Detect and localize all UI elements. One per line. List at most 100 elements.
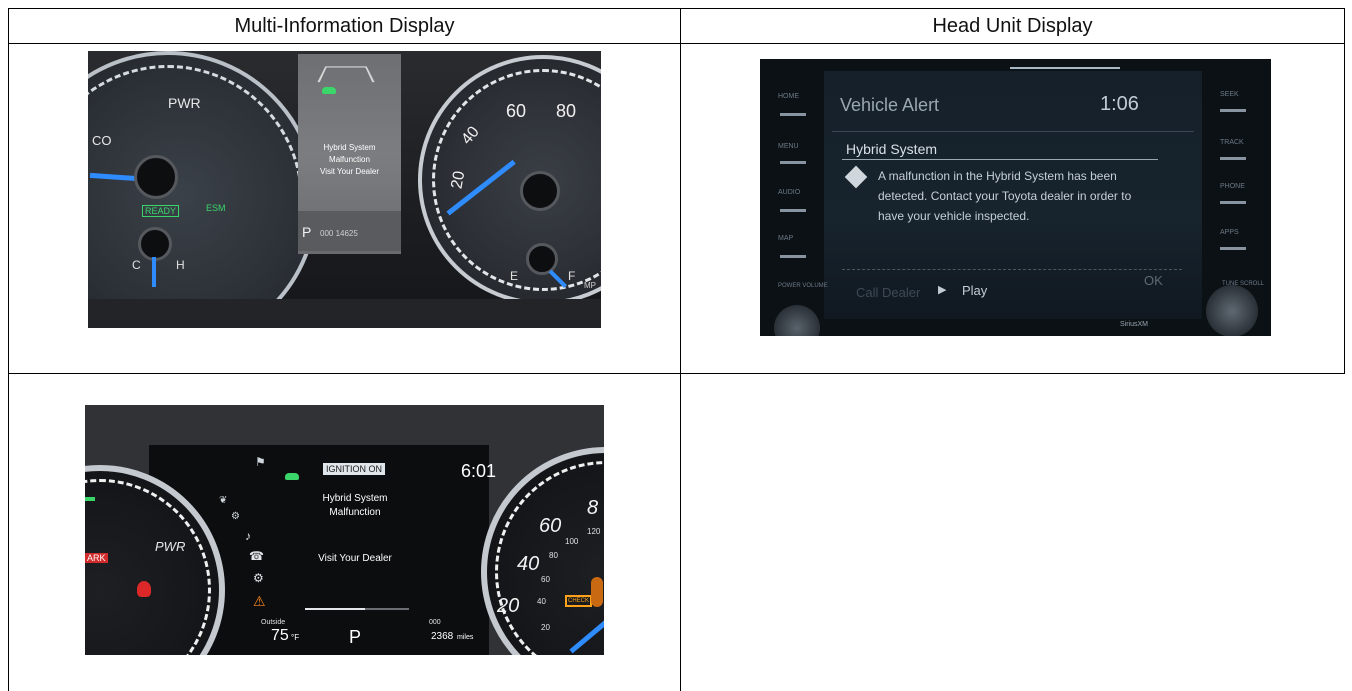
apps-button-bar [1220, 247, 1246, 250]
speed-hub [520, 171, 560, 211]
power-volume-button[interactable]: POWER VOLUME [778, 283, 828, 289]
alert-line-2: detected. Contact your Toyota dealer in … [878, 189, 1132, 203]
mid2-music-icon: ♪ [245, 529, 251, 543]
odometer: 000 14625 [320, 229, 358, 238]
pwr-label: PWR [168, 95, 201, 111]
mid2-phone-icon: ☎ [249, 549, 264, 563]
seek-button-bar [1220, 109, 1246, 112]
seek-button[interactable]: SEEK [1220, 91, 1239, 98]
mid2-message-line-2: Malfunction [329, 507, 381, 518]
home-button[interactable]: HOME [778, 93, 799, 100]
mid2-odometer-unit: miles [457, 634, 474, 641]
table-border-header [8, 43, 1345, 44]
screen-glare [1010, 67, 1120, 69]
play-icon: ▶ [938, 284, 947, 296]
mid2-small-tick-20: 20 [541, 623, 550, 632]
mid2-outside-label: Outside [261, 619, 286, 626]
mid2-small-tick-80: 80 [549, 551, 558, 560]
mid2-pwr-label: PWR [155, 539, 186, 554]
mid2-settings-icon: ⚙ [253, 571, 264, 585]
phone-button-bar [1220, 201, 1246, 204]
siriusxm-logo: SiriusXM [1120, 321, 1149, 328]
fuel-hub [526, 243, 558, 275]
track-button-bar [1220, 157, 1246, 160]
mid2-speed-tick-8: 8 [587, 497, 599, 519]
fuel-empty-label: E [510, 269, 519, 283]
mid2-eco-icon: ❦ [219, 495, 228, 506]
audio-button[interactable]: AUDIO [778, 189, 800, 196]
mid-photo-1: PWR CO READY ESM C H Hybrid System Malfu… [88, 51, 601, 328]
audio-button-bar [780, 209, 806, 212]
mid2-clock: 6:01 [461, 461, 497, 481]
phone-button[interactable]: PHONE [1220, 183, 1245, 190]
table-border-right [1344, 8, 1345, 374]
mid2-park-indicator: ARK [85, 553, 108, 563]
mid-message-line-3: Visit Your Dealer [320, 167, 379, 176]
map-button-bar [780, 255, 806, 258]
menu-button-bar [780, 161, 806, 164]
mid2-odometer: 2368 [431, 631, 454, 642]
play-button[interactable]: Play [962, 283, 987, 298]
temp-needle [152, 257, 156, 287]
mid2-small-tick-40: 40 [537, 597, 546, 606]
lane-icon [317, 66, 375, 83]
power-hub [134, 155, 178, 199]
mid2-orange-indicator [591, 577, 603, 607]
alert-line-1: A malfunction in the Hybrid System has b… [878, 169, 1117, 183]
speed-tick-80: 80 [556, 101, 577, 121]
mid2-ignition-status: IGNITION ON [323, 463, 385, 475]
car-icon [322, 87, 336, 94]
mid2-check-engine-icon: CHECK [565, 595, 593, 607]
esm-indicator: ESM [206, 203, 226, 213]
table-border-left [8, 8, 9, 691]
mid-message-line-1: Hybrid System [323, 143, 376, 152]
alert-title: Vehicle Alert [840, 95, 940, 115]
home-button-bar [780, 113, 806, 116]
mid2-seatbelt-icon [137, 581, 151, 597]
apps-button[interactable]: APPS [1220, 229, 1239, 236]
mid2-speed-tick-40: 40 [517, 553, 540, 575]
head-unit-photo: HOME MENU AUDIO MAP POWER VOLUME SEEK TR… [760, 59, 1271, 336]
mid2-odometer-label: 000 [429, 619, 441, 626]
mid2-warning-icon: ⚠ [253, 593, 266, 609]
ready-indicator: READY [142, 205, 180, 217]
menu-button[interactable]: MENU [778, 143, 799, 150]
section-divider [842, 159, 1158, 160]
alert-section: Hybrid System [846, 141, 938, 157]
ok-button[interactable]: OK [1144, 273, 1163, 288]
button-divider [842, 269, 1182, 271]
table-border-center [680, 8, 681, 691]
mid2-visit-dealer: Visit Your Dealer [318, 553, 392, 564]
mid2-car-icon [285, 473, 299, 480]
temp-cold-label: C [132, 258, 141, 272]
gear-indicator: P [302, 224, 312, 240]
table-border-middle [8, 373, 1345, 374]
mpg-label: MP [584, 281, 596, 290]
alert-line-3: have your vehicle inspected. [878, 209, 1030, 223]
mid2-gear-indicator: P [349, 627, 362, 647]
map-button[interactable]: MAP [778, 235, 793, 242]
column-header-mid: Multi-Information Display [234, 15, 455, 37]
mid2-speed-tick-60: 60 [539, 515, 562, 537]
mid2-progress-fill [305, 608, 365, 610]
column-header-head-unit: Head Unit Display [932, 15, 1093, 37]
volume-knob[interactable] [774, 305, 820, 336]
mid2-speed-tick-20: 20 [497, 595, 520, 617]
mid2-message-line-1: Hybrid System [322, 493, 388, 504]
mid2-small-tick-100: 100 [565, 537, 579, 546]
call-dealer-button[interactable]: Call Dealer [856, 285, 920, 300]
speed-tick-20: 20 [448, 169, 469, 191]
mid2-green-bar [85, 497, 95, 501]
tune-knob[interactable] [1206, 285, 1258, 336]
mid-message-line-2: Malfunction [329, 155, 370, 164]
mid2-small-tick-60: 60 [541, 575, 550, 584]
track-button[interactable]: TRACK [1220, 139, 1244, 146]
temp-hot-label: H [176, 258, 185, 272]
dash-lower [88, 299, 601, 328]
eco-label: CO [92, 133, 112, 148]
mid2-temperature: 75 [271, 627, 289, 644]
speed-tick-60: 60 [506, 101, 527, 121]
header-divider [832, 131, 1194, 132]
mid2-seat-icon: ⚑ [255, 455, 266, 469]
temp-hub [138, 227, 172, 261]
